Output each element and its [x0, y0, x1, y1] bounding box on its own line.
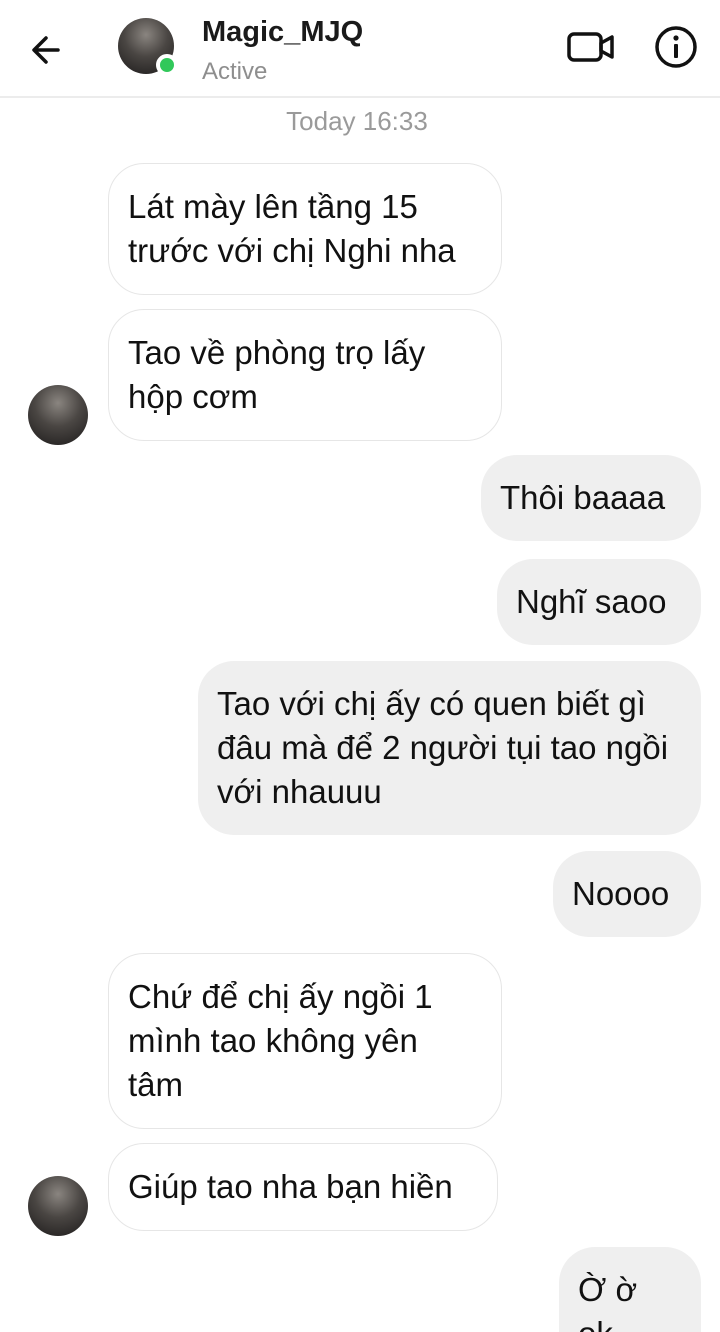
message-timestamp: Today 16:33: [286, 106, 428, 136]
outgoing-message-bubble[interactable]: Ờ ờ ok: [559, 1247, 701, 1332]
contact-avatar[interactable]: [118, 18, 178, 76]
info-icon[interactable]: [654, 25, 698, 69]
sender-avatar[interactable]: [28, 1176, 88, 1236]
outgoing-message-bubble[interactable]: Noooo: [553, 851, 701, 937]
contact-name[interactable]: Magic_MJQ: [202, 16, 363, 49]
online-status-dot: [156, 54, 178, 76]
arrow-left-icon[interactable]: [22, 26, 70, 74]
incoming-message-bubble[interactable]: Chứ để chị ấy ngồi 1 mình tao không yên …: [108, 953, 502, 1129]
outgoing-message-bubble[interactable]: Thôi baaaa: [481, 455, 701, 541]
incoming-message-bubble[interactable]: Giúp tao nha bạn hiền: [108, 1143, 498, 1231]
video-call-icon[interactable]: [566, 27, 616, 67]
incoming-message-bubble[interactable]: Tao về phòng trọ lấy hộp cơm: [108, 309, 502, 441]
chat-header: Magic_MJQ Active: [0, 0, 720, 98]
sender-avatar[interactable]: [28, 385, 88, 445]
outgoing-message-bubble[interactable]: Nghĩ saoo: [497, 559, 701, 645]
outgoing-message-bubble[interactable]: Tao với chị ấy có quen biết gì đâu mà để…: [198, 661, 701, 835]
incoming-message-bubble[interactable]: Lát mày lên tầng 15 trước với chị Nghi n…: [108, 163, 502, 295]
contact-status: Active: [202, 58, 268, 85]
